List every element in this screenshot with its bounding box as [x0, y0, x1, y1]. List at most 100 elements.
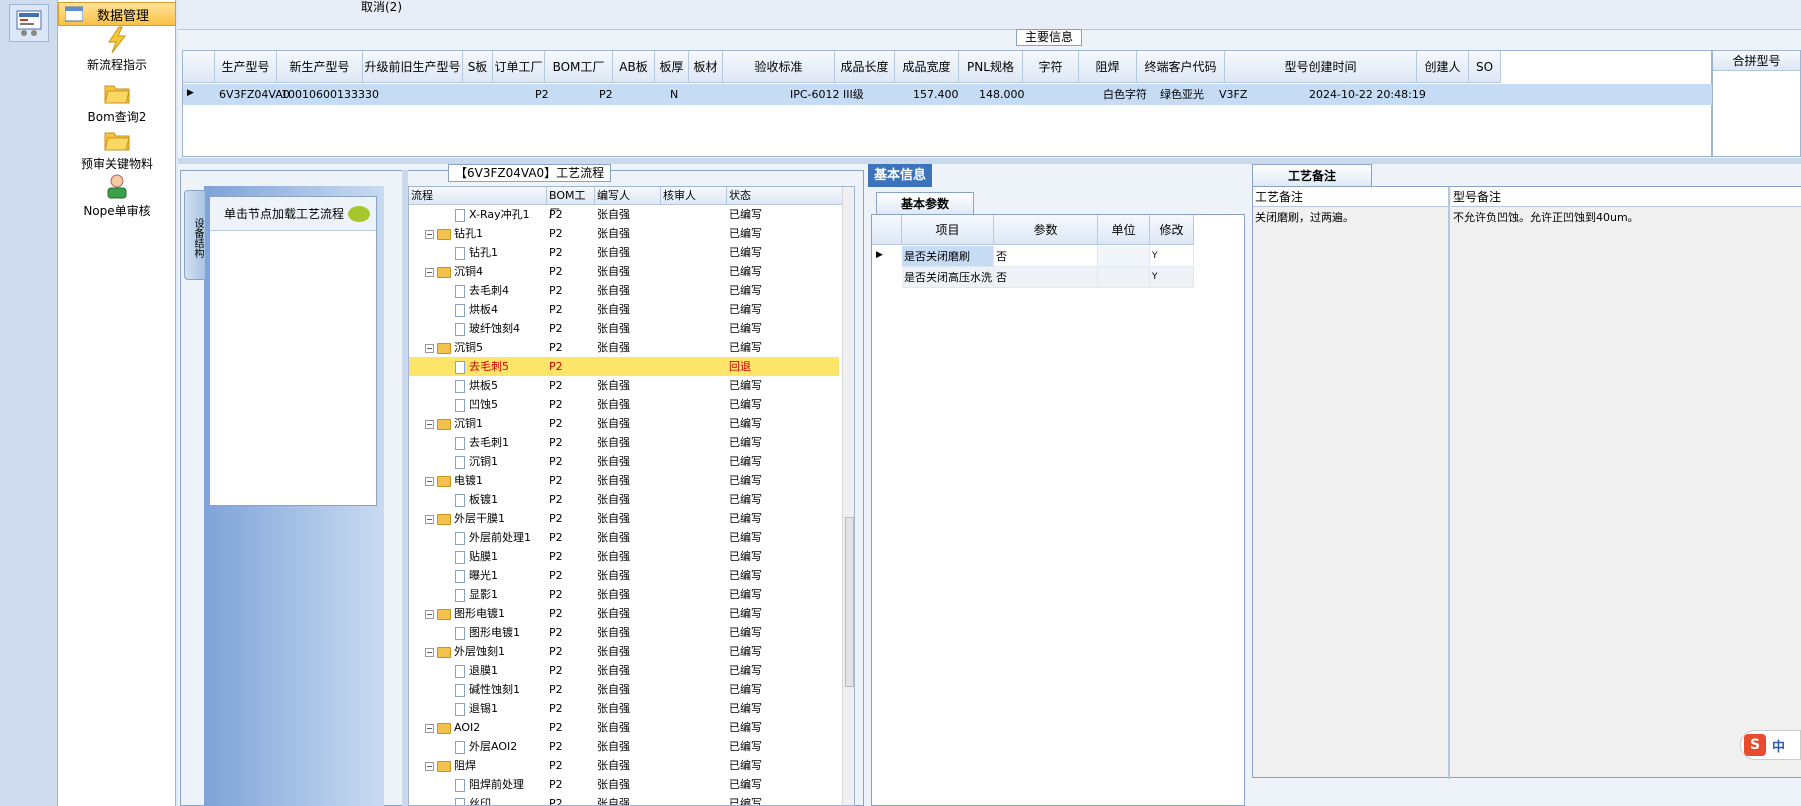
tree-row[interactable]: 贴膜1 P2 张自强 已编写 [409, 547, 839, 566]
col-header[interactable]: 核审人 [661, 187, 727, 205]
nav-item-prereview-material[interactable]: 预审关键物料 [58, 125, 176, 172]
col-header[interactable]: 型号创建时间 [1225, 51, 1417, 83]
tree-row[interactable]: − 外层蚀刻1 P2 张自强 已编写 [409, 642, 839, 661]
remarks-divider[interactable] [1448, 187, 1450, 779]
param-value[interactable]: 否 [994, 246, 1098, 267]
tree-row[interactable]: 外层前处理1 P2 张自强 已编写 [409, 528, 839, 547]
tree-row[interactable]: 图形电镀1 P2 张自强 已编写 [409, 623, 839, 642]
vertical-scrollbar[interactable] [842, 187, 854, 805]
tree-row[interactable]: 碱性蚀刻1 P2 张自强 已编写 [409, 680, 839, 699]
collapse-icon[interactable]: − [425, 267, 434, 277]
col-header[interactable]: 成品长度 [835, 51, 895, 83]
cancel-count-label[interactable]: 取消(2) [361, 0, 402, 15]
tree-row[interactable]: 退膜1 P2 张自强 已编写 [409, 661, 839, 680]
col-header[interactable]: AB板 [613, 51, 655, 83]
col-header[interactable]: 终端客户代码 [1137, 51, 1225, 83]
tree-row[interactable]: 丝印 P2 张自强 已编写 [409, 794, 839, 805]
grid-corner[interactable] [183, 51, 215, 83]
collapse-icon[interactable]: − [425, 609, 434, 619]
collapse-icon[interactable]: − [425, 343, 434, 353]
nav-item-bom-query[interactable]: Bom查询2 [58, 78, 176, 125]
tree-row[interactable]: − 图形电镀1 P2 张自强 已编写 [409, 604, 839, 623]
param-edit[interactable]: Y [1150, 267, 1194, 288]
tree-row[interactable]: 钻孔1 P2 张自强 已编写 [409, 243, 839, 262]
col-header[interactable]: 板厚 [655, 51, 689, 83]
cell[interactable]: 白色字符 [1101, 85, 1147, 105]
col-header[interactable]: 新生产型号 [277, 51, 363, 83]
tree-row[interactable]: 凹蚀5 P2 张自强 已编写 [409, 395, 839, 414]
col-header[interactable]: 成品宽度 [895, 51, 959, 83]
col-header[interactable]: 项目 [902, 215, 994, 245]
param-item[interactable]: 是否关闭高压水洗 [902, 267, 994, 288]
collapse-icon[interactable]: − [425, 761, 434, 771]
tree-row[interactable]: 沉铜1 P2 张自强 已编写 [409, 452, 839, 471]
collapse-icon[interactable]: − [425, 419, 434, 429]
cell[interactable]: V3FZ [1217, 85, 1247, 105]
tree-row[interactable]: 去毛刺1 P2 张自强 已编写 [409, 433, 839, 452]
tree-row[interactable]: X-Ray冲孔1 P2 张自强 已编写 [409, 205, 839, 224]
param-unit[interactable] [1098, 246, 1150, 267]
tree-row[interactable]: − AOI2 P2 张自强 已编写 [409, 718, 839, 737]
col-header[interactable]: S板 [463, 51, 493, 83]
cell[interactable]: 2024-10-22 20:48:19 [1307, 85, 1426, 105]
cell[interactable]: P2 [533, 85, 549, 105]
col-header[interactable]: 生产型号 [215, 51, 277, 83]
col-header[interactable]: 验收标准 [723, 51, 835, 83]
app-menu-icon[interactable] [9, 4, 49, 42]
ime-indicator[interactable]: S 中 [1740, 730, 1801, 760]
param-unit[interactable] [1098, 267, 1150, 288]
tree-row[interactable]: 阻焊前处理 P2 张自强 已编写 [409, 775, 839, 794]
col-header[interactable]: 订单工厂 [493, 51, 545, 83]
col-header[interactable]: 升级前旧生产型号 [363, 51, 463, 83]
col-header[interactable]: PNL规格 [959, 51, 1023, 83]
collapse-icon[interactable]: − [425, 476, 434, 486]
col-header[interactable]: 字符 [1023, 51, 1079, 83]
param-edit[interactable]: Y [1150, 246, 1194, 267]
cell[interactable]: 绿色亚光 [1158, 85, 1204, 105]
col-header[interactable]: 阻焊 [1079, 51, 1137, 83]
tree-row[interactable]: 玻纤蚀刻4 P2 张自强 已编写 [409, 319, 839, 338]
cell[interactable]: 157.400 [911, 85, 959, 105]
tree-row[interactable]: − 沉铜4 P2 张自强 已编写 [409, 262, 839, 281]
tree-row[interactable]: − 电镀1 P2 张自强 已编写 [409, 471, 839, 490]
load-flow-header[interactable]: 单击节点加载工艺流程 [210, 197, 376, 231]
col-header[interactable]: BOM工厂 [545, 51, 613, 83]
col-header[interactable]: 修改 [1150, 215, 1194, 245]
tab-basic-info[interactable]: 基本信息 [868, 164, 933, 187]
tree-row[interactable]: 去毛刺5 P2 回退 [409, 357, 839, 376]
tree-row[interactable]: 板镀1 P2 张自强 已编写 [409, 490, 839, 509]
collapse-icon[interactable]: − [425, 723, 434, 733]
col-header[interactable]: 编写人 [595, 187, 661, 205]
tree-row[interactable]: 烘板5 P2 张自强 已编写 [409, 376, 839, 395]
collapse-icon[interactable]: − [425, 514, 434, 524]
tree-row[interactable]: − 外层干膜1 P2 张自强 已编写 [409, 509, 839, 528]
tab-basic-params[interactable]: 基本参数 [876, 192, 974, 214]
col-header[interactable]: 单位 [1098, 215, 1150, 245]
model-remark-text[interactable]: 不允许负凹蚀。允许正凹蚀到40um。 [1453, 209, 1639, 225]
cell[interactable]: 10010600133330 [279, 85, 379, 105]
cell[interactable]: N [668, 85, 678, 105]
col-header[interactable]: 状态 [727, 187, 843, 205]
col-header[interactable]: 板材 [689, 51, 723, 83]
process-remark-text[interactable]: 关闭磨刷，过两遍。 [1255, 209, 1354, 225]
cell[interactable]: IPC-6012 III级 [788, 85, 864, 105]
vertical-tab[interactable]: 设备结构 [184, 190, 206, 280]
cell[interactable]: P2 [597, 85, 613, 105]
grid-corner[interactable] [872, 215, 902, 245]
main-info-tab[interactable]: 主要信息 [1016, 29, 1083, 46]
col-header[interactable]: BOM工厂 [547, 187, 595, 220]
tree-row[interactable]: − 沉铜5 P2 张自强 已编写 [409, 338, 839, 357]
tab-process-remarks[interactable]: 工艺备注 [1252, 164, 1372, 186]
tree-row[interactable]: − 钻孔1 P2 张自强 已编写 [409, 224, 839, 243]
tree-row[interactable]: 显影1 P2 张自强 已编写 [409, 585, 839, 604]
collapse-icon[interactable]: − [425, 229, 434, 239]
nav-item-new-flow[interactable]: 新流程指示 [58, 26, 176, 73]
col-header[interactable]: SO [1469, 51, 1501, 83]
tree-row[interactable]: 外层AOI2 P2 张自强 已编写 [409, 737, 839, 756]
param-item[interactable]: 是否关闭磨刷 [902, 246, 994, 267]
tree-row[interactable]: − 沉铜1 P2 张自强 已编写 [409, 414, 839, 433]
param-value[interactable]: 否 [994, 267, 1098, 288]
collapse-icon[interactable]: − [425, 647, 434, 657]
tree-row[interactable]: − 阻焊 P2 张自强 已编写 [409, 756, 839, 775]
col-header[interactable]: 合拼型号 [1713, 51, 1800, 71]
